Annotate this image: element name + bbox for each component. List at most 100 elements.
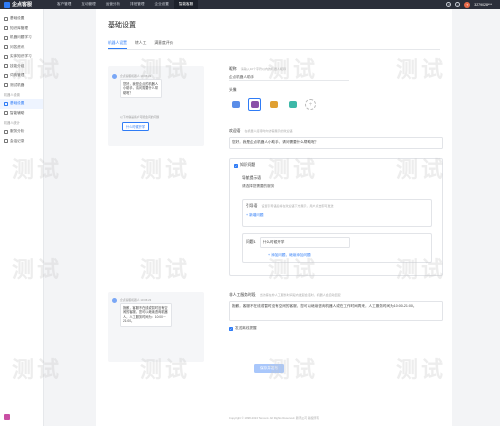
- avatar-option-4[interactable]: [286, 98, 299, 111]
- main-content: 基础设置 机器人设置 转人工 满意度评价 企点客服机器人 10:06:23 您好…: [96, 9, 452, 426]
- question-block: 问题1 什么时候开学 + 添加问题，继续添加问题: [242, 233, 432, 263]
- sidebar-item-records[interactable]: 会话记录: [0, 137, 43, 147]
- nav-item-interaction[interactable]: 互动管理: [76, 0, 100, 9]
- name-input[interactable]: 企点机器人助手: [229, 75, 349, 81]
- knowledge-block: 导航提示语 请选择您需要的服务: [242, 176, 274, 189]
- faq-add-button[interactable]: + 新增问题: [246, 213, 428, 218]
- preview-bubble: 抱歉，客服不在线或暂时没有空闲的客服，您可以继续咨询机器人，人工服务时间为：10…: [120, 303, 172, 327]
- offline-hint: 当访客在非人工服务时间段内发起会话时，机器人会自动回复: [259, 293, 341, 297]
- nav-item-enterprise[interactable]: 企业设置: [150, 0, 174, 9]
- save-button[interactable]: 保存并发布: [254, 364, 284, 373]
- sidebar-item-test[interactable]: 测试机器: [0, 81, 43, 91]
- sidebar-item-qa[interactable]: 问答资讯: [0, 43, 43, 53]
- add-avatar-icon[interactable]: +: [305, 99, 316, 110]
- nav-item-customers[interactable]: 客户管理: [52, 0, 76, 9]
- sidebar: 基础设置 知识库管理 机器问题学习 问答资讯 实体知识学习 技能分组 词典管理 …: [0, 9, 44, 426]
- entity-icon: [4, 54, 8, 59]
- nav-item-schedule[interactable]: 排班管理: [125, 0, 149, 9]
- preview-meta: 企点客服机器人 10:06:23: [120, 298, 152, 302]
- faq-block: 引导语 设置引导语后将在欢迎语下方展示，用户点击即可发送 + 新增问题: [242, 199, 432, 227]
- gear-icon: [4, 101, 8, 106]
- sidebar-item-label: 智能辅助: [10, 110, 25, 115]
- preview-meta: 企点客服机器人 10:06:23: [120, 74, 152, 78]
- logo-icon: [4, 1, 10, 8]
- welcome-input[interactable]: 您好，我是企点机器人小助手，请问需要什么帮助呢？: [229, 137, 443, 149]
- quick-tab[interactable]: ✓ 知识问题: [234, 163, 255, 168]
- quick-tab-label: 知识问题: [240, 163, 256, 167]
- sidebar-item-basic[interactable]: 基础设置: [0, 14, 43, 24]
- avatar-option-1[interactable]: [229, 98, 242, 111]
- chart-icon: [4, 129, 8, 134]
- assist-icon: [4, 111, 8, 116]
- nav-item-analytics[interactable]: 运营分析: [101, 0, 125, 9]
- offline-checkbox-label: 发送离线提醒: [235, 326, 257, 330]
- robot-icon: [250, 101, 259, 108]
- sidebar-item-kb[interactable]: 知识库管理: [0, 24, 43, 34]
- top-nav: 客户管理 互动管理 运营分析 排班管理 企业设置 智能客服: [52, 0, 199, 9]
- welcome-label: 欢迎语: [229, 129, 241, 133]
- welcome-hint: 在机器人接待时向访客展示的欢迎语: [244, 129, 293, 133]
- sidebar-item-label: 实体知识学习: [10, 54, 32, 59]
- learn-icon: [4, 35, 8, 40]
- question-label: 问题1: [246, 240, 256, 244]
- nav-item-smart-service[interactable]: 智能客服: [173, 0, 199, 9]
- sidebar-item-label: 基础设置: [10, 101, 25, 106]
- offline-checkbox-row[interactable]: ✓ 发送离线提醒: [229, 326, 443, 331]
- sidebar-item-label: 服务分析: [10, 129, 25, 134]
- sidebar-item-dict[interactable]: 词典管理: [0, 71, 43, 81]
- avatar-picker: +: [229, 98, 316, 111]
- top-right: ? • T 3279028***: [446, 0, 492, 9]
- faq-label: 引导语: [246, 204, 258, 208]
- question-input[interactable]: 什么时候开学: [259, 237, 350, 248]
- welcome-field: 欢迎语 在机器人接待时向访客展示的欢迎语 您好，我是企点机器人小助手，请问需要什…: [229, 128, 443, 149]
- sidebar-item-label: 问答资讯: [10, 44, 25, 49]
- dict-icon: [4, 73, 8, 78]
- sidebar-item-label: 基础设置: [10, 16, 25, 21]
- knowledge-value: 请选择您需要的服务: [242, 184, 275, 188]
- sidebar-item-service-analysis[interactable]: 服务分析: [0, 127, 43, 137]
- qa-icon: [4, 45, 8, 50]
- logo[interactable]: 企点客服: [0, 1, 52, 8]
- settings-icon: [4, 16, 8, 21]
- checkbox-icon: ✓: [229, 326, 233, 331]
- sidebar-item-robot-basic[interactable]: 基础设置: [0, 99, 43, 109]
- sidebar-item-label: 词典管理: [10, 73, 25, 78]
- preview-bubble: 您好，我是企点的机器人小助手，请问需要什么帮助呢？: [120, 79, 162, 99]
- name-field: 昵称 请输入10个字符以内的机器人昵称 企点机器人助手: [229, 66, 443, 81]
- sidebar-item-assist[interactable]: 智能辅助: [0, 109, 43, 119]
- name-label: 昵称: [229, 67, 237, 71]
- sidebar-item-learn[interactable]: 机器问题学习: [0, 33, 43, 43]
- sidebar-item-label: 机器问题学习: [10, 35, 32, 40]
- sidebar-group-label: 机器人统计: [4, 121, 20, 125]
- top-bar: 企点客服 客户管理 互动管理 运营分析 排班管理 企业设置 智能客服 ? • T…: [0, 0, 500, 9]
- offline-preview: 企点客服机器人 10:06:23 抱歉，客服不在线或暂时没有空闲的客服，您可以继…: [108, 292, 204, 362]
- offline-field: 非人工服务时段 当访客在非人工服务时间段内发起会话时，机器人会自动回复 抱歉，客…: [229, 292, 443, 331]
- logo-text: 企点客服: [12, 2, 33, 8]
- question-add-button[interactable]: + 添加问题，继续添加问题: [268, 253, 428, 258]
- user-id[interactable]: 3279028***: [474, 3, 492, 7]
- collapse-icon[interactable]: [4, 414, 10, 420]
- sidebar-item-label: 测试机器: [10, 82, 25, 87]
- welcome-preview: 企点客服机器人 10:06:23 您好，我是企点的机器人小助手，请问需要什么帮助…: [108, 66, 204, 146]
- robot-icon: [231, 101, 240, 108]
- bell-icon[interactable]: •: [455, 2, 461, 7]
- avatar-option-3[interactable]: [267, 98, 280, 111]
- user-avatar[interactable]: T: [464, 1, 471, 8]
- knowledge-title: 导航提示语: [242, 176, 261, 180]
- preview-question-button[interactable]: 什么时候开学: [122, 122, 150, 131]
- sidebar-item-label: 会话记录: [10, 138, 25, 143]
- help-icon[interactable]: ?: [446, 2, 452, 7]
- robot-icon: [269, 101, 278, 108]
- group-icon: [4, 64, 8, 69]
- tab-divider: [108, 48, 440, 50]
- book-icon: [4, 26, 8, 31]
- offline-input[interactable]: 抱歉，客服不在线或暂时没有空闲的客服，您可以继续咨询机器人或在工作时间再来，人工…: [229, 301, 443, 321]
- faq-hint: 设置引导语后将在欢迎语下方展示，用户点击即可发送: [261, 204, 334, 208]
- sidebar-item-label: 知识库管理: [10, 25, 28, 30]
- avatar-option-2[interactable]: [248, 98, 261, 111]
- checkbox-icon: ✓: [234, 163, 238, 168]
- sidebar-item-group[interactable]: 技能分组: [0, 62, 43, 72]
- sidebar-item-entity[interactable]: 实体知识学习: [0, 52, 43, 62]
- test-icon: [4, 83, 8, 88]
- robot-icon: [288, 101, 297, 108]
